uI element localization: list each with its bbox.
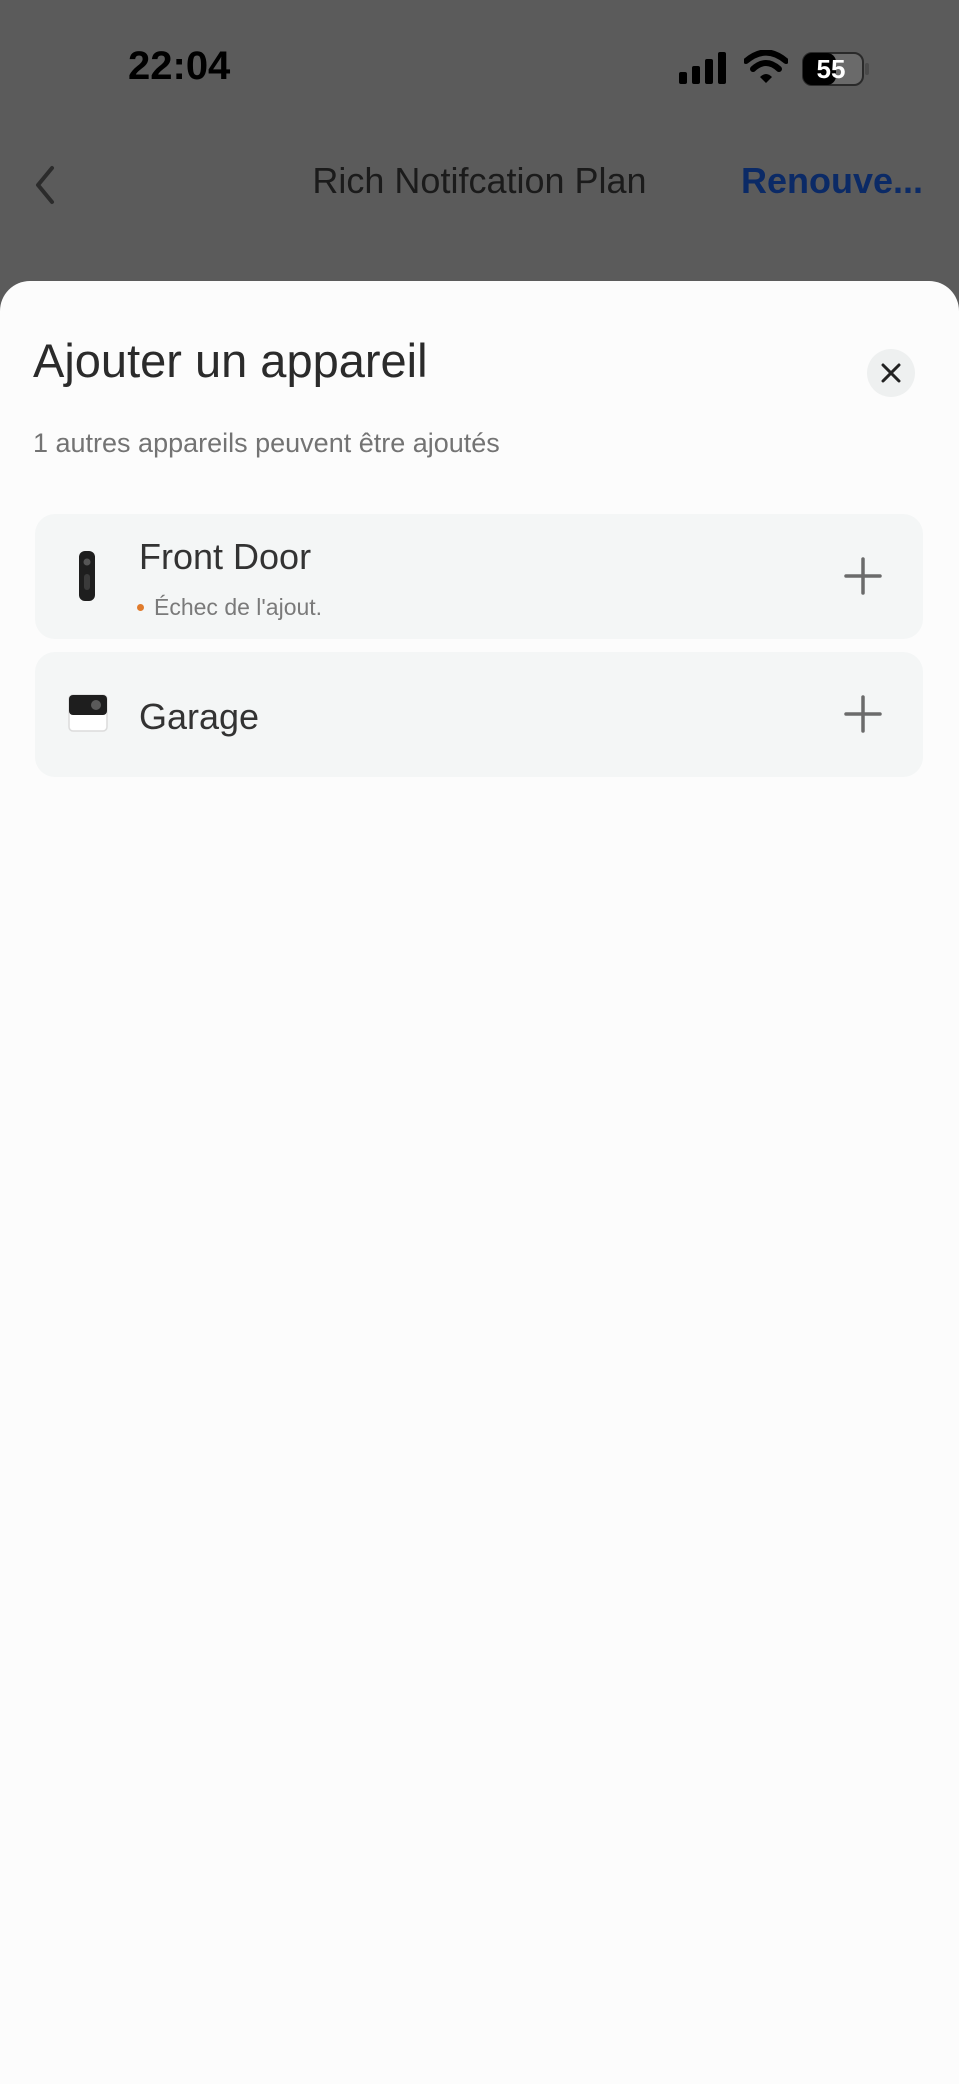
- battery-icon: 55: [802, 52, 870, 91]
- device-list: Front Door Échec de l'ajout. Garage: [35, 514, 923, 790]
- device-status-text: Échec de l'ajout.: [154, 594, 323, 620]
- close-icon: [881, 363, 901, 383]
- device-item-garage[interactable]: Garage: [35, 652, 923, 777]
- sheet-subtitle: 1 autres appareils peuvent être ajoutés: [33, 428, 500, 458]
- add-device-sheet: Ajouter un appareil 1 autres appareils p…: [0, 281, 959, 2084]
- add-plus-icon[interactable]: [843, 556, 883, 596]
- close-button[interactable]: [867, 349, 915, 397]
- device-name: Garage: [139, 696, 260, 737]
- error-dot-icon: [137, 604, 144, 611]
- device-item-front-door[interactable]: Front Door Échec de l'ajout.: [35, 514, 923, 639]
- status-bar: 22:04 55: [0, 0, 959, 140]
- status-time: 22:04: [128, 44, 231, 88]
- device-name: Front Door: [139, 536, 312, 577]
- add-plus-icon[interactable]: [843, 694, 883, 734]
- battery-level: 55: [816, 53, 846, 84]
- device-status: Échec de l'ajout.: [137, 594, 322, 621]
- sheet-title: Ajouter un appareil: [33, 334, 428, 387]
- doorbell-icon: [79, 551, 95, 601]
- renew-link[interactable]: Renouve...: [741, 160, 923, 202]
- wifi-icon: [744, 50, 788, 83]
- cellular-signal-icon: [679, 52, 726, 84]
- camera-icon: [68, 694, 108, 732]
- nav-bar: Rich Notifcation Plan Renouve...: [0, 140, 959, 230]
